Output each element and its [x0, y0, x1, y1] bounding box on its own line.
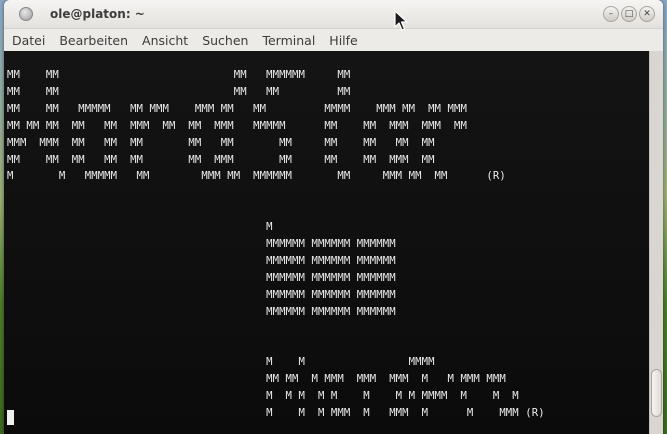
terminal-line: MMM MMM MM MM MM MM MM MM MM MM MM MM — [7, 136, 435, 149]
terminal-line: MMMMMM MMMMMM MMMMMM — [7, 305, 396, 318]
terminal-line: M M MMMMM MM MMM MM MMMMMM MM MMM MM MM … — [7, 170, 506, 183]
window-title: ole@platon: ~ — [50, 7, 145, 21]
text-cursor — [7, 410, 14, 425]
terminal-line: MMMMMM MMMMMM MMMMMM — [7, 254, 396, 267]
menu-datei[interactable]: Datei — [6, 33, 51, 48]
maximize-button[interactable]: □ — [621, 6, 637, 22]
terminal-line: MMMMMM MMMMMM MMMMMM — [7, 288, 396, 301]
terminal-line: M M M MMM M MMM M M MMM (R) — [7, 407, 545, 420]
menu-hilfe[interactable]: Hilfe — [323, 33, 363, 48]
terminal-area[interactable]: MM MM MM MMMMMM MM MM MM MM MM MM MM MM MM… — [4, 51, 663, 434]
terminal-line: M — [7, 221, 273, 234]
terminal-line: M M MMMM — [7, 356, 435, 369]
mouse-pointer-icon — [394, 10, 408, 31]
menu-suchen[interactable]: Suchen — [196, 33, 254, 48]
terminal-line: MM MM MM MM MM MM MMM MM MM MM MMM MM — [7, 153, 435, 166]
terminal-output: MM MM MM MMMMMM MM MM MM MM MM MM MM MM MM… — [7, 67, 545, 422]
menu-bar: Datei Bearbeiten Ansicht Suchen Terminal… — [4, 29, 663, 51]
terminal-line: MM MM MM MM MM MMM MM MM MMM MMMMM MM MM… — [7, 119, 467, 132]
window-menu-icon[interactable] — [19, 7, 33, 21]
minimize-button[interactable]: – — [603, 6, 619, 22]
terminal-line: MM MM MMMMM MM MMM MMM MM MM MMMM MMM MM… — [7, 102, 467, 115]
terminal-line: MMMMMM MMMMMM MMMMMM — [7, 238, 396, 251]
menu-ansicht[interactable]: Ansicht — [136, 33, 194, 48]
terminal-line: MM MM MM MM MM — [7, 85, 351, 98]
menu-terminal[interactable]: Terminal — [256, 33, 321, 48]
menu-bearbeiten[interactable]: Bearbeiten — [53, 33, 134, 48]
scrollbar-thumb[interactable] — [651, 369, 662, 417]
terminal-line: MM MM MM MMMMMM MM — [7, 69, 351, 81]
window-controls: – □ ✕ — [603, 6, 655, 22]
close-button[interactable]: ✕ — [639, 6, 655, 22]
terminal-line: MMMMMM MMMMMM MMMMMM — [7, 271, 396, 284]
title-bar[interactable]: ole@platon: ~ – □ ✕ — [4, 0, 663, 29]
vertical-scrollbar[interactable] — [649, 51, 663, 434]
terminal-line: M M M M M M M M MMMM M M M — [7, 390, 519, 403]
terminal-window: ole@platon: ~ – □ ✕ Datei Bearbeiten Ans… — [4, 0, 663, 434]
terminal-line: MM MM M MMM MMM MMM M M MMM MMM — [7, 373, 506, 386]
